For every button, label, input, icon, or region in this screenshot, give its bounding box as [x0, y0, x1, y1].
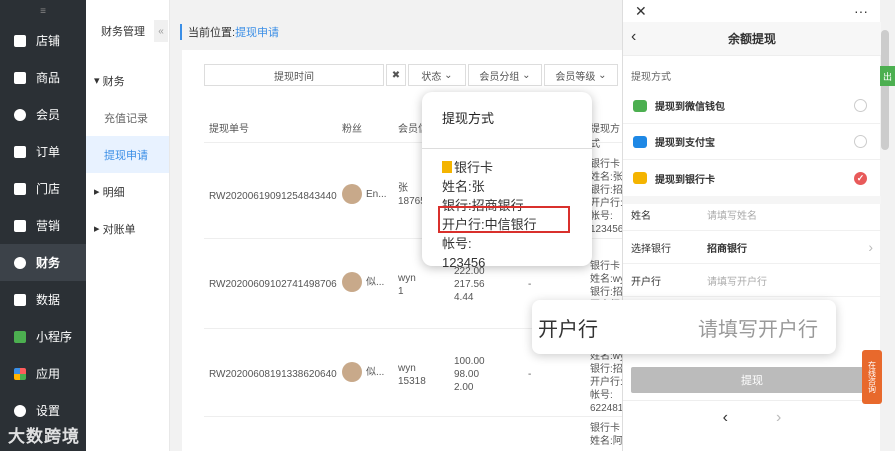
callout-label: 开户行: [538, 318, 598, 341]
sidebar-item-miniprogram[interactable]: 小程序: [0, 318, 86, 355]
bankcard-icon: [633, 172, 647, 184]
radio-alipay[interactable]: [854, 135, 867, 148]
subnav-item-withdraw[interactable]: 提现申请: [86, 136, 169, 173]
sidebar-item-data[interactable]: 数据: [0, 281, 86, 318]
row3-member: wyn 15318: [398, 363, 426, 387]
apps-icon: [14, 367, 26, 380]
settings-icon: [14, 404, 26, 417]
radio-bankcard[interactable]: ✓: [854, 171, 867, 185]
subnav-group-finance[interactable]: ▾ 财务: [86, 62, 169, 99]
marketing-icon: [14, 219, 26, 232]
header-order-id: 提现单号: [209, 124, 249, 135]
filter-bar: 提现时间 ✖ 状态 ⌄ 会员分组 ⌄ 会员等级 ⌄: [204, 64, 644, 86]
callout-placeholder: 请填写开户行: [698, 318, 818, 341]
withdraw-method-popover: 提现方式 银行卡 姓名:张 银行:招商银行 开户行:中信银行 帐号: 12345…: [422, 92, 592, 270]
name-field[interactable]: 姓名 请填写姓名: [623, 198, 881, 231]
subnav-item-recharge[interactable]: 充值记录: [86, 99, 169, 136]
member-icon: [14, 108, 26, 121]
branch-input[interactable]: 请填写开户行: [707, 273, 767, 288]
miniprogram-icon: [14, 330, 26, 343]
subnav-group-detail[interactable]: ▸ 明细: [86, 173, 169, 210]
option-wechat[interactable]: 提现到微信钱包: [623, 88, 881, 124]
breadcrumb-current[interactable]: 提现申请: [235, 27, 279, 39]
menu-toggle-icon[interactable]: ≡: [0, 0, 86, 22]
page-title: 余额提现: [623, 22, 881, 56]
nav-back-icon[interactable]: ‹: [723, 409, 728, 427]
avatar: [342, 184, 362, 204]
more-icon[interactable]: ···: [854, 3, 868, 19]
main-sidebar: ≡ 店铺 商品 会员 订单 门店 营销 财务 数据 小程序 应用 设置: [0, 0, 86, 451]
row1-order-id: RW20200619091254843440: [209, 191, 337, 202]
row3-order-id: RW20200608191338620640: [209, 369, 337, 380]
order-icon: [14, 145, 26, 158]
close-icon[interactable]: ✕: [635, 3, 647, 20]
row2-member: wyn 1: [398, 273, 416, 297]
online-consult-button[interactable]: 在线咨询: [862, 350, 882, 404]
section-label: 提现方式: [631, 72, 671, 83]
branch-field-zoom-callout: 开户行 请填写开户行: [532, 300, 836, 354]
member-level-select[interactable]: 会员等级 ⌄: [544, 64, 618, 86]
collapse-subnav-button[interactable]: «: [154, 20, 168, 42]
avatar: [342, 272, 362, 292]
mobile-preview: ✕ ··· 余额提现 ‹ 提现方式 提现到微信钱包 提现到支付宝 提现到银行卡 ✓…: [622, 0, 881, 451]
preview-titlebar: ✕ ···: [623, 0, 880, 22]
submit-button[interactable]: 提现: [631, 367, 873, 393]
store-icon: [14, 34, 26, 47]
breadcrumb: 当前位置:提现申请: [180, 24, 279, 40]
wechat-icon: [633, 99, 647, 112]
sidebar-item-goods[interactable]: 商品: [0, 59, 86, 96]
row2-fan: 似...: [366, 277, 385, 288]
browser-nav: ‹ ›: [623, 400, 881, 434]
avatar: [342, 362, 362, 382]
chevron-right-icon: ›: [868, 239, 873, 255]
popover-line-account: 123456: [442, 255, 486, 270]
row2-dash: -: [528, 279, 532, 290]
shop-icon: [14, 182, 26, 195]
sidebar-item-order[interactable]: 订单: [0, 133, 86, 170]
row3-fan: 似...: [366, 367, 385, 378]
nav-forward-icon[interactable]: ›: [776, 409, 781, 427]
finance-icon: [14, 256, 26, 269]
time-filter-input[interactable]: 提现时间: [204, 64, 384, 86]
data-icon: [14, 293, 26, 306]
sidebar-item-marketing[interactable]: 营销: [0, 207, 86, 244]
scrollbar[interactable]: [881, 30, 889, 150]
header-fan: 粉丝: [342, 124, 362, 135]
branch-field[interactable]: 开户行 请填写开户行: [623, 264, 881, 297]
status-select[interactable]: 状态 ⌄: [408, 64, 466, 86]
back-icon[interactable]: ‹: [631, 28, 636, 46]
divider: [422, 148, 592, 149]
popover-line-account-label: 帐号:: [442, 236, 472, 251]
sidebar-item-shop[interactable]: 门店: [0, 170, 86, 207]
export-tab[interactable]: 出: [880, 66, 895, 86]
bankcard-icon: [442, 161, 452, 173]
finance-subnav: 财务管理 ▾ 财务 充值记录 提现申请 ▸ 明细 ▸ 对账单: [86, 0, 170, 451]
popover-line-type: 银行卡: [442, 158, 537, 177]
popover-line-name: 姓名:张: [442, 179, 485, 194]
sidebar-item-member[interactable]: 会员: [0, 96, 86, 133]
header-method: 提现方式: [590, 124, 620, 150]
watermark-logo: 大数跨境: [8, 427, 80, 446]
row3-dash: -: [528, 369, 532, 380]
highlight-box: [438, 206, 570, 233]
alipay-icon: [633, 135, 647, 148]
bank-select[interactable]: 选择银行 招商银行 ›: [623, 231, 881, 264]
subnav-group-statement[interactable]: ▸ 对账单: [86, 210, 169, 247]
sidebar-item-store[interactable]: 店铺: [0, 22, 86, 59]
goods-icon: [14, 71, 26, 84]
row3-amounts: 100.00 98.00 2.00: [454, 356, 485, 393]
sidebar-item-finance[interactable]: 财务: [0, 244, 86, 281]
option-alipay[interactable]: 提现到支付宝: [623, 124, 881, 160]
popover-title: 提现方式: [442, 111, 495, 126]
name-input[interactable]: 请填写姓名: [707, 207, 757, 222]
row1-fan: En...: [366, 189, 387, 200]
member-group-select[interactable]: 会员分组 ⌄: [468, 64, 542, 86]
sidebar-item-apps[interactable]: 应用: [0, 355, 86, 392]
row2-order-id: RW20200609102741498706: [209, 279, 337, 290]
divider: [204, 416, 624, 417]
clear-time-icon[interactable]: ✖: [386, 64, 406, 86]
radio-wechat[interactable]: [854, 99, 867, 112]
